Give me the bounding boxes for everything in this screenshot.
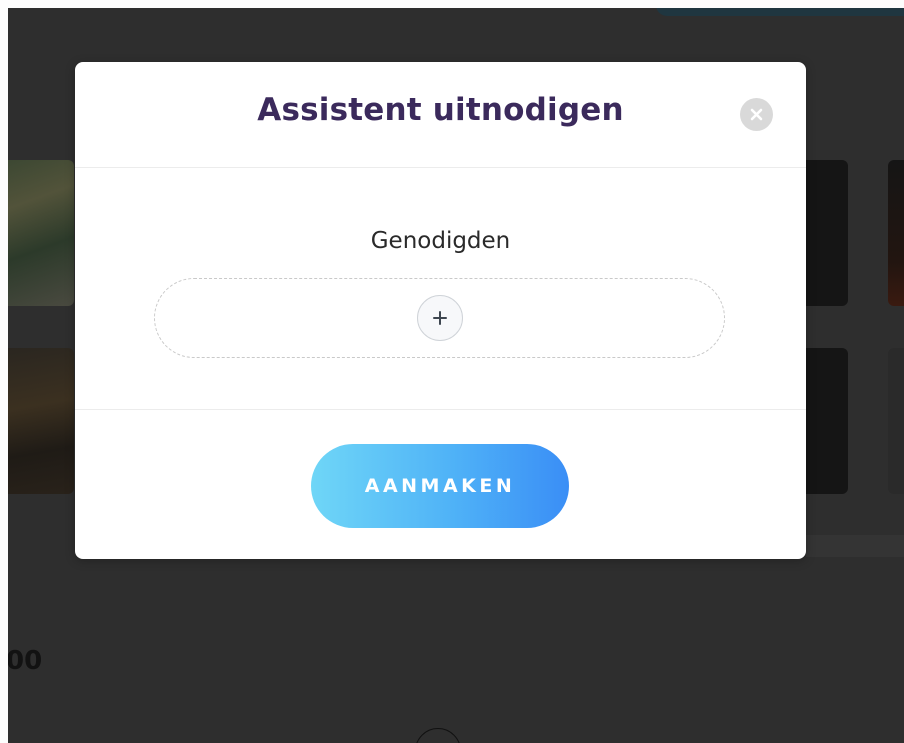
background-photo-tile [8,160,74,306]
background-circle-button [415,728,461,743]
invitees-label: Genodigden [370,228,511,254]
background-header-pill [656,8,904,16]
modal-body: Genodigden [75,168,806,410]
create-button[interactable]: AANMAKEN [311,444,569,528]
invite-assistant-modal: Assistent uitnodigen Genodigden AANMAKEN [75,62,806,559]
background-photo-tile [8,348,74,494]
background-photo-tile [888,160,904,306]
background-photo-tile [888,348,904,494]
add-invitee-button[interactable] [417,295,463,341]
background-strip [806,535,904,557]
close-button[interactable] [740,98,773,131]
background-price-text: 00 [8,646,43,676]
modal-footer: AANMAKEN [75,410,806,560]
plus-icon [433,311,447,325]
modal-header: Assistent uitnodigen [75,62,806,168]
modal-title: Assistent uitnodigen [257,92,624,128]
invitees-dropzone[interactable] [154,278,725,358]
page-overlay[interactable]: 00 Assistent uitnodigen Genodigden AANMA… [8,8,904,743]
close-icon [750,108,763,121]
